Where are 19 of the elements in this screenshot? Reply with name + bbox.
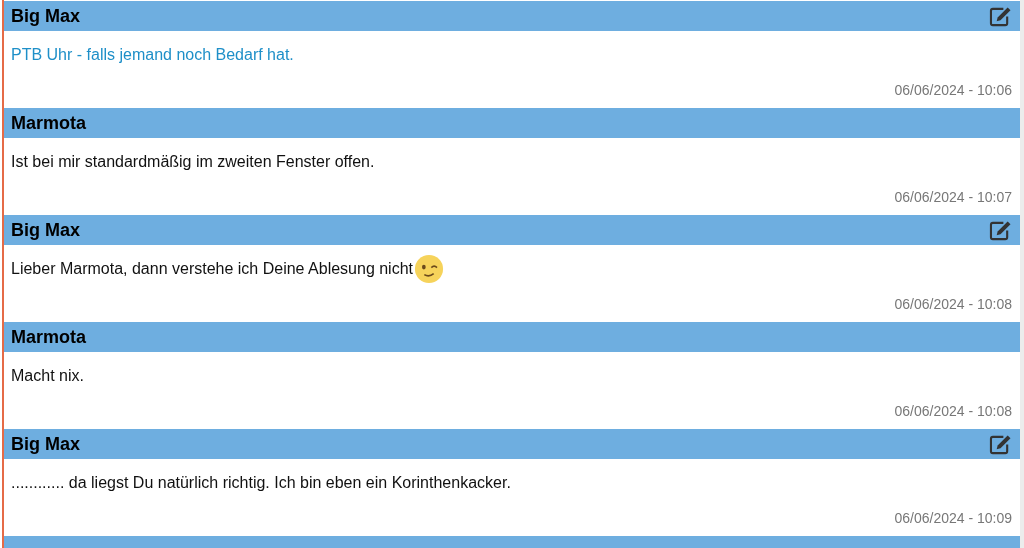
post-link[interactable]: PTB Uhr - falls jemand noch Bedarf hat. <box>11 46 294 64</box>
author-name[interactable]: Marmota <box>11 112 86 134</box>
post-text: ............ da liegst Du natürlich richtig. Ich bin eben ein Korinthenkacker. <box>11 474 511 492</box>
post-timestamp: 06/06/2024 - 10:08 <box>894 403 1012 419</box>
post-timestamp: 06/06/2024 - 10:08 <box>894 296 1012 312</box>
edit-icon[interactable] <box>989 5 1012 27</box>
scrollbar[interactable] <box>1020 0 1024 548</box>
post-text: Macht nix. <box>11 367 84 385</box>
author-name[interactable]: Big Max <box>11 433 80 455</box>
edit-icon[interactable] <box>989 433 1012 455</box>
post-timestamp: 06/06/2024 - 10:07 <box>894 189 1012 205</box>
post-text: Lieber Marmota, dann verstehe ich Deine Ablesung nicht <box>11 260 413 278</box>
post-text: Ist bei mir standardmäßig im zweiten Fenster offen. <box>11 153 375 171</box>
post-timestamp: 06/06/2024 - 10:09 <box>894 510 1012 526</box>
post-timestamp: 06/06/2024 - 10:06 <box>894 82 1012 98</box>
author-name[interactable]: Big Max <box>11 219 80 241</box>
author-name[interactable]: Big Max <box>11 5 80 27</box>
edit-icon[interactable] <box>989 219 1012 241</box>
author-name[interactable]: Marmota <box>11 326 86 348</box>
